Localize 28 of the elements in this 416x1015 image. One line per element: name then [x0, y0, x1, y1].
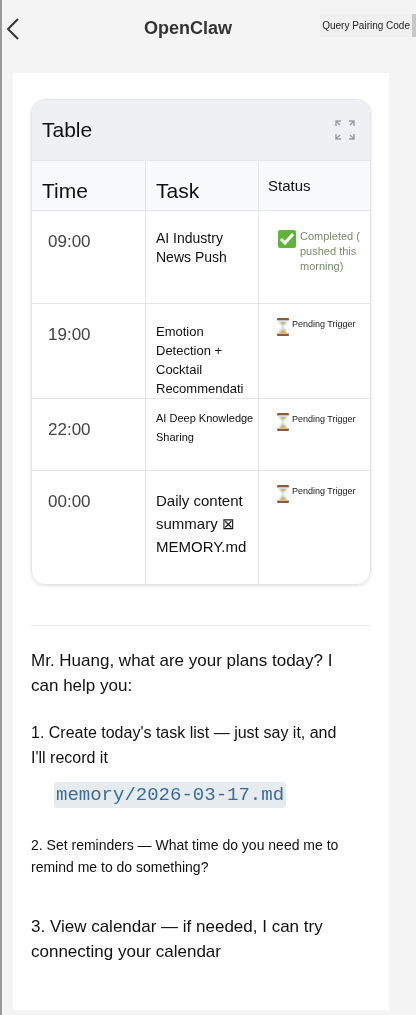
check-icon [277, 229, 297, 249]
hourglass-icon [277, 485, 289, 503]
file-path-code: memory/2026-03-17.md [54, 782, 287, 808]
status-text: Pending Trigger [292, 318, 356, 331]
task-cell-text: AI Deep Knowledge Sharing [156, 411, 254, 445]
task-cell-text: AI Industry News Push [156, 229, 228, 267]
time-cell: 00:00 [48, 492, 91, 511]
hourglass-icon [277, 413, 289, 431]
query-pairing-code-button[interactable]: Query Pairing Code [320, 14, 416, 37]
status-text: Completed ( pushed this morning) [300, 229, 361, 274]
hourglass-icon [277, 318, 289, 336]
back-icon[interactable] [6, 16, 20, 41]
task-cell-text: Daily content summary ⊠ MEMORY.md [156, 491, 248, 557]
table-title: Table [42, 117, 93, 144]
column-header: Status [268, 176, 311, 196]
status-text: Pending Trigger [292, 413, 356, 426]
column-header: Task [156, 177, 200, 204]
column-header: Time [42, 177, 88, 204]
app-title: OpenClaw [144, 17, 233, 40]
list-item-text: 2. Set reminders — What time do you need me to remind me to do something? [31, 835, 340, 877]
task-cell-text: Emotion Detection + Cocktail Recommendati [156, 323, 245, 398]
time-cell: 19:00 [48, 325, 91, 344]
time-cell: 09:00 [48, 232, 91, 251]
list-item-text: 3. View calendar — if needed, I can try connecting your calendar [31, 915, 324, 963]
list-item-text: 1. Create today's task list — just say it, and I'll record it [31, 723, 338, 768]
status-text: Pending Trigger [292, 485, 356, 498]
time-cell: 22:00 [48, 420, 91, 439]
message-text: Mr. Huang, what are your plans today? I can help you: [31, 650, 334, 697]
